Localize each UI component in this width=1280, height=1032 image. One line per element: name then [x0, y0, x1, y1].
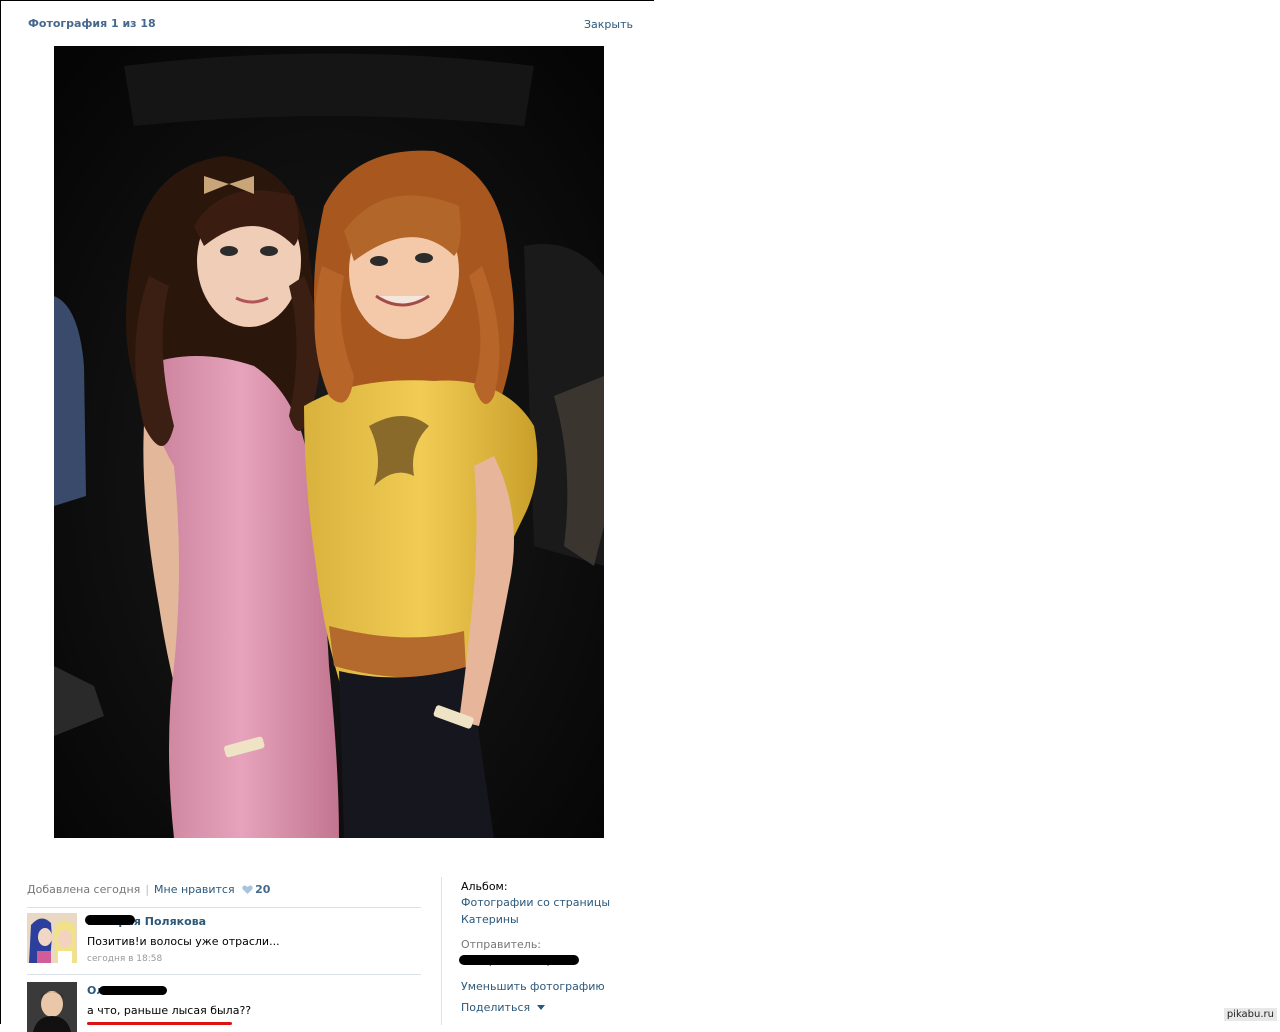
shrink-photo-label[interactable]: Уменьшить фотографию: [461, 980, 605, 993]
redaction-mark: [99, 986, 167, 995]
close-link[interactable]: Закрыть: [584, 18, 633, 31]
chevron-down-icon[interactable]: [536, 1005, 545, 1010]
shrink-photo-link[interactable]: Уменьшить фотографию: [461, 980, 605, 993]
like-button[interactable]: Мне нравится: [154, 883, 235, 896]
album-link-line2[interactable]: Катерины: [461, 913, 610, 926]
column-divider: [441, 877, 442, 1025]
album-link-line1[interactable]: Фотографии со страницы: [461, 896, 610, 909]
photo-counter-title: Фотография 1 из 18: [28, 17, 156, 30]
comment-text: Позитив!и волосы уже отрасли...: [87, 935, 280, 948]
watermark: pikabu.ru: [1223, 1008, 1277, 1021]
heart-icon[interactable]: [242, 885, 253, 894]
separator: |: [145, 883, 150, 896]
share-label[interactable]: Поделиться: [461, 1001, 530, 1014]
avatar[interactable]: [27, 982, 77, 1032]
comment-text: а что, раньше лысая была??: [87, 1004, 252, 1017]
redaction-mark: [459, 955, 579, 965]
redaction-mark: [85, 915, 135, 925]
album-link-block: Фотографии со страницы Катерины: [461, 896, 610, 926]
added-date: Добавлена сегодня: [27, 883, 141, 896]
divider: [27, 974, 421, 975]
avatar[interactable]: [27, 913, 77, 963]
photo-viewer: Фотография 1 из 18 Закрыть Добавлена сег…: [0, 0, 654, 1032]
comment-time[interactable]: сегодня в 18:58: [87, 954, 162, 964]
main-photo[interactable]: [54, 46, 604, 838]
album-label: Альбом:: [461, 880, 508, 893]
divider: [27, 907, 421, 908]
photo-meta-bar: Добавлена сегодня | Мне нравится 20: [27, 883, 421, 896]
sender-label: Отправитель:: [461, 938, 542, 951]
share-link[interactable]: Поделиться: [461, 1001, 545, 1014]
like-count[interactable]: 20: [255, 883, 270, 896]
photo-illustration: [54, 46, 604, 838]
